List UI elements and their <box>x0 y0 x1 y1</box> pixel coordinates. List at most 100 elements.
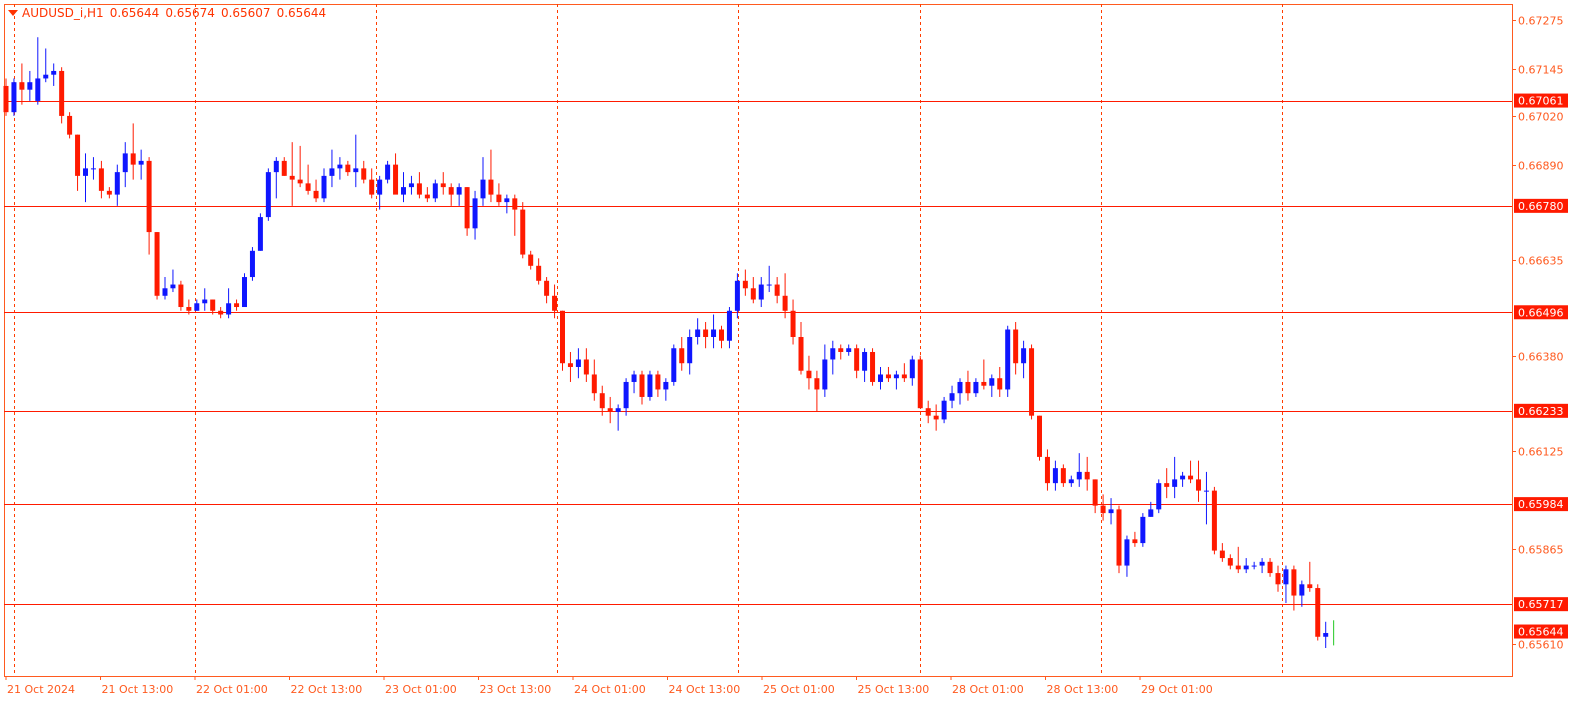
candle[interactable] <box>496 183 502 206</box>
candle[interactable] <box>401 172 406 203</box>
chart-window[interactable]: 0.67275 0.67145 0.67020 0.66890 0.66635 0.663… <box>0 0 1586 710</box>
candle[interactable] <box>170 269 176 293</box>
candle[interactable] <box>655 370 661 397</box>
candle[interactable] <box>281 157 287 176</box>
candle[interactable] <box>416 172 422 199</box>
candle[interactable] <box>806 355 812 390</box>
candle[interactable] <box>734 273 740 319</box>
candle[interactable] <box>1005 325 1011 397</box>
candle[interactable] <box>1307 561 1313 592</box>
candle[interactable] <box>742 269 748 296</box>
candle[interactable] <box>663 378 669 401</box>
candle[interactable] <box>1196 460 1201 502</box>
candle[interactable] <box>472 190 478 240</box>
candle[interactable] <box>1156 479 1162 514</box>
candle[interactable] <box>242 273 247 308</box>
candle[interactable] <box>98 160 104 199</box>
candle[interactable] <box>1084 456 1090 491</box>
candle[interactable] <box>1092 479 1098 514</box>
candle[interactable] <box>424 187 430 203</box>
candle[interactable] <box>1037 415 1042 461</box>
candle[interactable] <box>1021 340 1027 379</box>
candle[interactable] <box>615 404 621 431</box>
candle[interactable] <box>249 247 255 281</box>
candle[interactable] <box>1243 558 1249 574</box>
candle[interactable] <box>202 288 208 311</box>
candle[interactable] <box>528 250 534 270</box>
candle[interactable] <box>265 168 271 221</box>
candle[interactable] <box>631 370 637 394</box>
candle[interactable] <box>822 344 828 397</box>
candle[interactable] <box>1140 513 1146 547</box>
candle[interactable] <box>758 277 764 308</box>
candle[interactable] <box>329 149 335 188</box>
candle[interactable] <box>90 157 96 180</box>
candle[interactable] <box>11 78 17 116</box>
candle[interactable] <box>408 175 414 195</box>
candle[interactable] <box>591 359 597 401</box>
candle[interactable] <box>885 366 891 382</box>
candle[interactable] <box>1132 531 1138 547</box>
candle[interactable] <box>1299 580 1305 607</box>
candle[interactable] <box>337 157 343 180</box>
candle[interactable] <box>75 134 81 191</box>
candle[interactable] <box>774 277 780 304</box>
candle[interactable] <box>1076 453 1082 487</box>
candle[interactable] <box>695 318 701 345</box>
candle[interactable] <box>544 277 550 304</box>
candle[interactable] <box>512 194 518 236</box>
candle[interactable] <box>504 194 510 214</box>
candle[interactable] <box>385 160 391 184</box>
candle[interactable] <box>51 63 57 86</box>
candle[interactable] <box>1164 468 1170 499</box>
candle[interactable] <box>719 325 724 349</box>
candle[interactable] <box>989 374 995 397</box>
candle[interactable] <box>130 123 136 180</box>
candle[interactable] <box>997 366 1003 397</box>
candle[interactable] <box>1124 535 1130 577</box>
candle[interactable] <box>1283 565 1289 604</box>
candle[interactable] <box>679 337 685 371</box>
candle[interactable] <box>464 187 470 236</box>
candle[interactable] <box>1219 543 1225 562</box>
candle[interactable] <box>965 370 971 401</box>
candle[interactable] <box>305 164 311 195</box>
candle[interactable] <box>440 172 446 195</box>
candle[interactable] <box>1203 471 1209 525</box>
candle[interactable] <box>766 265 772 293</box>
candle[interactable] <box>973 378 979 397</box>
candle[interactable] <box>878 366 883 390</box>
candle[interactable] <box>35 37 41 105</box>
candle[interactable] <box>289 142 295 206</box>
candle[interactable] <box>790 299 796 345</box>
candle[interactable] <box>782 273 788 319</box>
candle[interactable] <box>1211 486 1217 555</box>
candle[interactable] <box>106 187 112 199</box>
candle[interactable] <box>1259 558 1265 574</box>
candle[interactable] <box>917 355 923 409</box>
candle[interactable] <box>750 277 756 304</box>
candle[interactable] <box>226 288 232 319</box>
candle[interactable] <box>1108 498 1114 525</box>
candle[interactable] <box>949 385 955 409</box>
candle[interactable] <box>575 348 581 379</box>
candle[interactable] <box>138 149 144 180</box>
candle[interactable] <box>361 160 367 184</box>
candle[interactable] <box>59 67 65 124</box>
candle[interactable] <box>711 314 717 349</box>
candle[interactable] <box>369 168 375 199</box>
candle[interactable] <box>19 63 25 105</box>
candle[interactable] <box>488 149 494 203</box>
candle[interactable] <box>1291 565 1297 611</box>
candle[interactable] <box>957 378 963 405</box>
candle[interactable] <box>1029 344 1035 420</box>
candle[interactable] <box>448 183 454 206</box>
candle[interactable] <box>218 307 224 319</box>
candle[interactable] <box>1267 558 1273 577</box>
candle[interactable] <box>1044 449 1050 491</box>
candle[interactable] <box>1227 554 1233 570</box>
candle[interactable] <box>1068 475 1074 487</box>
candle[interactable] <box>838 344 844 360</box>
candle[interactable] <box>178 280 184 311</box>
candle[interactable] <box>257 213 263 251</box>
